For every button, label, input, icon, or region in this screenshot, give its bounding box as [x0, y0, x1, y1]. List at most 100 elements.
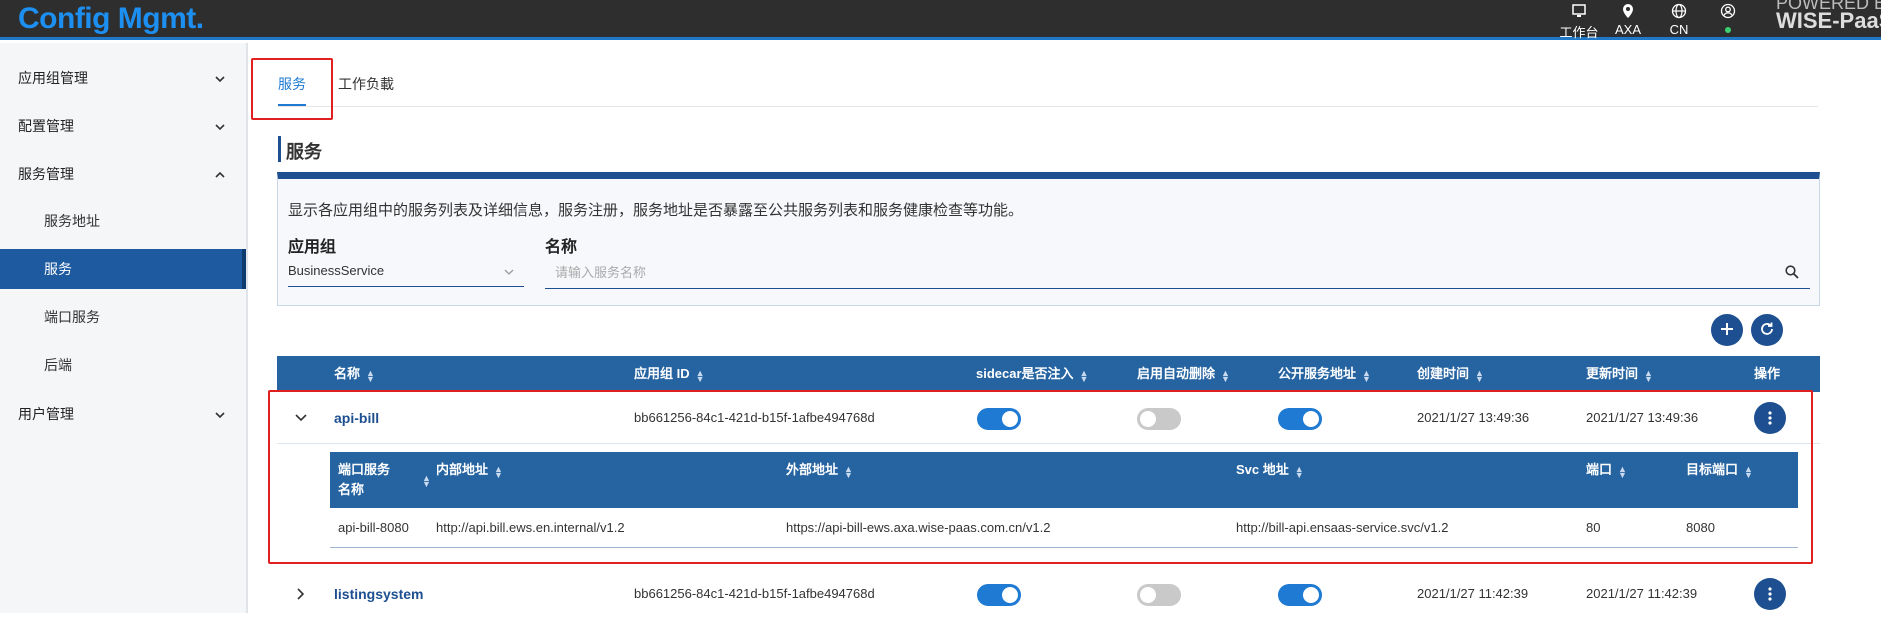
add-service-button[interactable] — [1711, 314, 1743, 346]
table-row[interactable]: listingsystem bb661256-84c1-421d-b15f-1a… — [277, 568, 1820, 620]
subcol-port-label: 端口 — [1586, 462, 1613, 477]
sort-icon: ▲ ▼ — [1475, 367, 1484, 384]
sidebar-group-label: 应用组管理 — [18, 70, 88, 86]
sidebar-group-label: 服务管理 — [18, 166, 74, 182]
toggle-knob — [1140, 587, 1156, 603]
toggle-knob — [1002, 411, 1018, 427]
workbench-label: 工作台 — [1559, 25, 1599, 40]
subcol-svc-address[interactable]: Svc 地址 ▲ ▼ — [1236, 460, 1304, 480]
col-updated-label: 更新时间 — [1586, 366, 1639, 381]
sort-icon: ▲ ▼ — [695, 367, 705, 384]
sort-icon: ▲ ▼ — [1744, 463, 1753, 480]
tabs-divider — [278, 106, 1818, 107]
sidecar-toggle[interactable] — [977, 584, 1021, 606]
globe-icon — [1654, 3, 1704, 21]
col-app-group-id[interactable]: 应用组 ID ▲ ▼ — [634, 356, 705, 392]
toggle-knob — [1140, 411, 1156, 427]
col-public-address[interactable]: 公开服务地址 ▲ ▼ — [1278, 356, 1371, 392]
subcol-label-line2: 名称 — [338, 482, 365, 497]
updated-time: 2021/1/27 13:49:36 — [1586, 410, 1699, 425]
updated-time: 2021/1/27 11:42:39 — [1586, 586, 1698, 601]
chevron-down-icon[interactable] — [293, 410, 309, 426]
col-created[interactable]: 创建时间 ▲ ▼ — [1417, 356, 1484, 392]
sidebar-group-label: 用户管理 — [18, 406, 74, 422]
sidebar-item-services[interactable]: 服务 — [0, 249, 246, 289]
refresh-icon — [1761, 322, 1773, 335]
user-button[interactable] — [1703, 3, 1753, 33]
col-name[interactable]: 名称 ▲ ▼ — [334, 356, 375, 392]
sidebar-group-app-groups[interactable]: 应用组管理 — [0, 54, 246, 102]
auto-delete-toggle[interactable] — [1137, 584, 1181, 606]
col-updated[interactable]: 更新时间 ▲ ▼ — [1586, 356, 1653, 392]
public-address-toggle[interactable] — [1278, 408, 1322, 430]
sidebar-item-backend[interactable]: 后端 — [0, 345, 246, 385]
port-service-name: api-bill-8080 — [338, 520, 409, 535]
app-group-select[interactable]: BusinessService — [288, 257, 524, 287]
subcol-target-port-label: 目标端口 — [1686, 462, 1739, 477]
table-row[interactable]: api-bill bb661256-84c1-421d-b15f-1afbe49… — [277, 392, 1820, 444]
app-group-id: bb661256-84c1-421d-b15f-1afbe494768d — [634, 586, 875, 601]
col-public-address-label: 公开服务地址 — [1278, 366, 1357, 381]
page-title: 服务 — [286, 142, 322, 162]
port-services-subtable: 端口服务 名称 ▲ ▼ 内部地址 ▲ ▼ 外部地址 ▲ ▼ Svc 地址 ▲ ▼ 端口 ▲ ▼ 目… — [330, 452, 1798, 548]
search-icon[interactable] — [1784, 264, 1800, 280]
filter-panel: 显示各应用组中的服务列表及详细信息，服务注册，服务地址是否暴露至公共服务列表和服… — [277, 172, 1820, 306]
public-address-toggle[interactable] — [1278, 584, 1322, 606]
tab-workloads[interactable]: 工作负載 — [338, 74, 394, 94]
sidebar-group-users[interactable]: 用户管理 — [0, 390, 246, 438]
language-label: CN — [1669, 22, 1689, 37]
col-app-group-id-label: 应用组 ID — [634, 366, 690, 381]
chevron-down-icon — [214, 390, 226, 438]
monitor-icon — [1554, 3, 1604, 21]
panel-description: 显示各应用组中的服务列表及详细信息，服务注册，服务地址是否暴露至公共服务列表和服… — [288, 202, 1024, 219]
chevron-down-icon — [214, 54, 226, 102]
table-header: 名称 ▲ ▼ 应用组 ID ▲ ▼ sidecar是否注入 ▲ ▼ 启用自动删除 ▲ ▼ 公开服… — [277, 356, 1820, 392]
sidebar-group-services[interactable]: 服务管理 — [0, 150, 246, 198]
sidebar-item-port-services[interactable]: 端口服务 — [0, 297, 246, 337]
subcol-svc-label: Svc 地址 — [1236, 462, 1289, 477]
app-group-label: 应用组 — [288, 239, 337, 256]
sidecar-toggle[interactable] — [977, 408, 1021, 430]
chevron-down-icon — [214, 102, 226, 150]
service-name-link[interactable]: listingsystem — [334, 568, 423, 620]
sort-icon: ▲ ▼ — [494, 463, 503, 480]
language-button[interactable]: CN — [1654, 3, 1704, 37]
subcol-label-line1: 端口服务 — [338, 462, 391, 477]
subcol-internal-address[interactable]: 内部地址 ▲ ▼ — [436, 460, 503, 480]
row-actions-button[interactable] — [1754, 402, 1786, 434]
svc-address: http://bill-api.ensaas-service.svc/v1.2 — [1236, 520, 1449, 535]
subtable-header: 端口服务 名称 ▲ ▼ 内部地址 ▲ ▼ 外部地址 ▲ ▼ Svc 地址 ▲ ▼ 端口 ▲ ▼ 目… — [330, 452, 1798, 508]
subcol-port[interactable]: 端口 ▲ ▼ — [1586, 460, 1627, 480]
sidebar: 应用组管理 配置管理 服务管理 服务地址 服务 端口服务 后端 用户管理 — [0, 43, 248, 613]
sidebar-item-service-address[interactable]: 服务地址 — [0, 201, 246, 241]
col-sidecar[interactable]: sidecar是否注入 ▲ ▼ — [976, 356, 1088, 392]
col-auto-delete[interactable]: 启用自动删除 ▲ ▼ — [1137, 356, 1230, 392]
auto-delete-toggle[interactable] — [1137, 408, 1181, 430]
subcol-target-port[interactable]: 目标端口 ▲ ▼ — [1686, 460, 1753, 480]
chevron-right-icon[interactable] — [293, 586, 309, 602]
more-vertical-icon — [1768, 587, 1772, 601]
sidebar-group-config[interactable]: 配置管理 — [0, 102, 246, 150]
search-input[interactable] — [555, 261, 1755, 283]
top-bar: Config Mgmt. 工作台 AXA CN POWERED BY WISE-… — [0, 0, 1881, 40]
col-name-label: 名称 — [334, 366, 361, 381]
service-name-link[interactable]: api-bill — [334, 392, 379, 444]
sort-icon: ▲ ▼ — [1618, 463, 1627, 480]
workbench-button[interactable]: 工作台 — [1554, 3, 1604, 41]
subcol-external-address[interactable]: 外部地址 ▲ ▼ — [786, 460, 853, 480]
subcol-port-service-name[interactable]: 端口服务 名称 ▲ ▼ — [338, 460, 431, 500]
user-icon — [1703, 3, 1753, 21]
section-title-marker — [278, 136, 281, 162]
sort-icon: ▲ ▼ — [1644, 367, 1653, 384]
sidebar-group-label: 配置管理 — [18, 118, 74, 134]
app-group-id: bb661256-84c1-421d-b15f-1afbe494768d — [634, 410, 875, 425]
chevron-up-icon — [214, 150, 226, 198]
row-actions-button[interactable] — [1754, 578, 1786, 610]
sort-icon: ▲ ▼ — [1294, 463, 1304, 480]
target-port-value: 8080 — [1686, 520, 1715, 535]
tab-services[interactable]: 服务 — [278, 74, 306, 94]
powered-by-logo: POWERED BY WISE-PaaS — [1776, 0, 1881, 32]
refresh-button[interactable] — [1751, 314, 1783, 346]
internal-address: http://api.bill.ews.en.internal/v1.2 — [436, 520, 625, 535]
tenant-button[interactable]: AXA — [1603, 3, 1653, 37]
